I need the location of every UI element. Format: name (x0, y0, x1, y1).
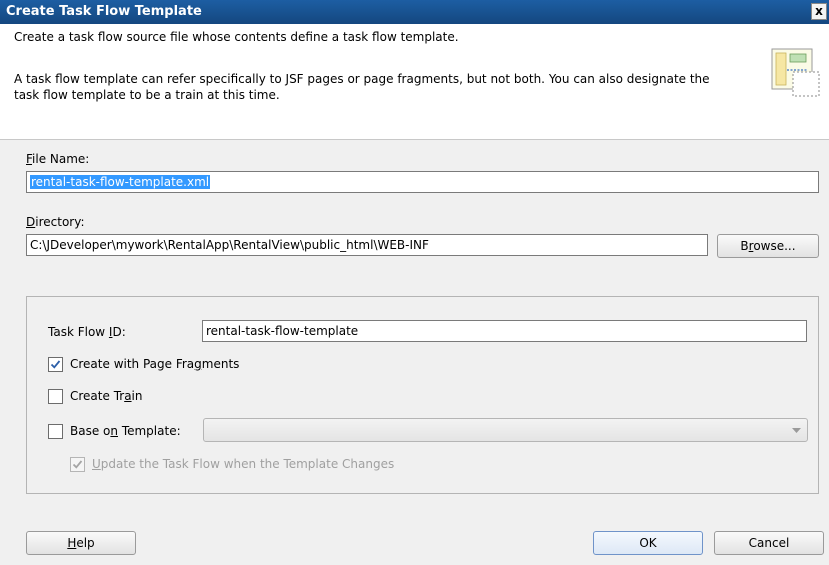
close-button[interactable]: x (811, 3, 827, 20)
checkmark-icon (72, 460, 83, 469)
header-description-2: A task flow template can refer specifica… (14, 72, 710, 102)
task-flow-id-label: Task Flow ID: (48, 325, 126, 339)
title-bar: Create Task Flow Template x (0, 0, 829, 24)
file-name-input[interactable]: rental-task-flow-template.xml (26, 171, 819, 193)
task-flow-template-icon (771, 48, 823, 100)
update-on-template-change-label: Update the Task Flow when the Template C… (92, 457, 395, 471)
browse-button[interactable]: Browse... (717, 234, 819, 258)
directory-label: Directory: (26, 215, 85, 229)
file-name-value: rental-task-flow-template.xml (30, 175, 211, 189)
directory-input[interactable]: C:\JDeveloper\mywork\RentalApp\RentalVie… (26, 234, 708, 256)
page-fragments-checkbox[interactable] (48, 357, 63, 372)
header-description-1: Create a task flow source file whose con… (14, 30, 459, 44)
file-name-label: File Name: (26, 152, 90, 166)
update-on-template-change-checkbox[interactable] (70, 457, 85, 472)
base-on-template-label[interactable]: Base on Template: (70, 424, 181, 438)
header-panel: Create a task flow source file whose con… (0, 24, 829, 140)
task-flow-id-input[interactable]: rental-task-flow-template (202, 320, 807, 342)
create-train-checkbox[interactable] (48, 389, 63, 404)
create-train-label[interactable]: Create Train (70, 389, 143, 403)
template-select[interactable] (203, 418, 808, 442)
checkmark-icon (50, 360, 61, 369)
ok-button[interactable]: OK (593, 531, 703, 555)
chevron-down-icon (792, 428, 801, 433)
page-fragments-label[interactable]: Create with Page Fragments (70, 357, 239, 371)
base-on-template-checkbox[interactable] (48, 424, 63, 439)
help-button[interactable]: Help (26, 531, 136, 555)
cancel-button[interactable]: Cancel (714, 531, 824, 555)
window-title: Create Task Flow Template (6, 4, 202, 19)
